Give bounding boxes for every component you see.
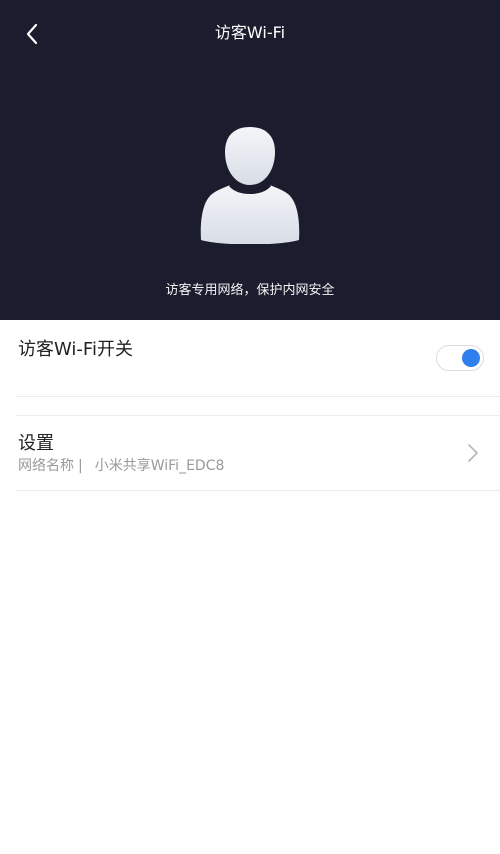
chevron-right-icon — [468, 444, 478, 462]
network-name-value: 小米共享WiFi_EDC8 — [94, 458, 225, 474]
divider — [16, 396, 500, 397]
guest-wifi-toggle-row: 访客Wi-Fi开关 — [0, 320, 500, 396]
page-title: 访客Wi-Fi — [214, 23, 286, 42]
user-silhouette-icon — [200, 125, 300, 244]
guest-wifi-toggle-label: 访客Wi-Fi开关 — [18, 339, 133, 360]
network-name-label: 网络名称 — [18, 458, 74, 474]
header-area: 访客Wi-Fi 访客专用网络，保护内网安全 — [0, 0, 500, 320]
network-name-info: 网络名称 | 小米共享WiFi_EDC8 — [18, 457, 224, 475]
header-subtitle: 访客专用网络，保护内网安全 — [165, 283, 335, 298]
divider — [16, 490, 500, 491]
settings-label: 设置 — [18, 433, 54, 454]
switch-knob — [462, 349, 480, 367]
guest-wifi-switch[interactable] — [436, 345, 484, 371]
separator: | — [78, 458, 83, 474]
settings-row[interactable]: 设置 网络名称 | 小米共享WiFi_EDC8 — [0, 416, 500, 490]
